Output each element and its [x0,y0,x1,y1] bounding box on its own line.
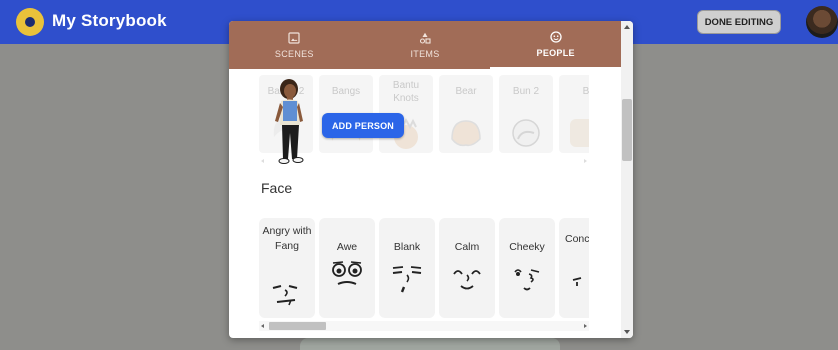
face-label: Calm [454,241,480,253]
scroll-right-arrow[interactable] [584,324,587,328]
face-preview-icon [272,285,298,306]
tab-people[interactable]: PEOPLE [490,21,622,69]
face-label: Cheeky [509,241,545,253]
hair-option[interactable]: Bear [439,75,493,153]
hair-option[interactable]: Bun 2 [499,75,553,153]
modal-scrollbar[interactable] [621,21,633,338]
user-avatar[interactable] [806,6,838,38]
face-row-scrollbar[interactable] [259,321,589,331]
face-label: Awe [336,241,358,253]
face-preview-icon [572,277,582,286]
hair-preview-icon [570,119,589,147]
hair-label: Bangs [331,86,361,97]
face-preview-icon [453,270,481,290]
done-editing-button[interactable]: DONE EDITING [697,10,781,34]
tab-items[interactable]: ITEMS [360,21,491,69]
scroll-right-arrow[interactable] [584,159,587,163]
hair-label: Bear [455,86,477,97]
category-tabs: SCENES ITEMS PEOPLE [229,21,622,69]
app-title: My Storybook [52,11,167,30]
hair-label: B [582,86,589,97]
hair-option[interactable]: B [559,75,589,153]
hair-preview-icon [451,120,481,147]
face-preview-icon [514,269,540,291]
face-label: Conc F [565,233,589,245]
tab-label: ITEMS [410,48,440,59]
scrollbar-thumb[interactable] [269,322,326,330]
tab-label: SCENES [274,48,314,59]
story-canvas [300,338,560,350]
face-option[interactable]: Angry with Fang [259,218,315,318]
face-section-title: Face [261,180,293,196]
modal-content: Bangs 2 Bangs Bantu Knots Bear [229,69,621,338]
face-option[interactable]: Calm [439,218,495,318]
image-icon [288,31,300,44]
face-label: Blank [393,241,421,253]
scrollbar-thumb[interactable] [622,99,632,161]
people-picker-modal: SCENES ITEMS PEOPLE 2 Bangs Bantu Knots … [229,21,633,338]
shapes-icon [419,32,431,44]
hair-label: Bantu Knots [392,80,420,104]
person-illustration [275,79,304,164]
storybook-logo-icon[interactable] [16,8,44,36]
hair-label: Bun 2 [512,86,540,97]
scroll-up-arrow[interactable] [624,25,630,29]
tab-label: PEOPLE [536,47,575,58]
face-preview-icon [332,261,362,285]
face-option[interactable]: Awe [319,218,375,318]
face-option[interactable]: Cheeky [499,218,555,318]
tab-scenes[interactable]: SCENES [229,21,360,69]
face-option[interactable]: Blank [379,218,435,318]
face-preview-icon [392,266,422,293]
face-option[interactable]: Conc F [559,218,589,318]
face-icon [550,30,562,43]
scroll-left-arrow[interactable] [261,159,264,163]
face-options-row: Angry with Fang Awe Blank Calm Cheeky Co… [259,218,589,320]
face-label: Angry with Fang [262,225,312,252]
scroll-down-arrow[interactable] [624,330,630,334]
add-person-button[interactable]: ADD PERSON [322,113,404,138]
hair-preview-icon [512,119,540,147]
scroll-left-arrow[interactable] [261,324,264,328]
